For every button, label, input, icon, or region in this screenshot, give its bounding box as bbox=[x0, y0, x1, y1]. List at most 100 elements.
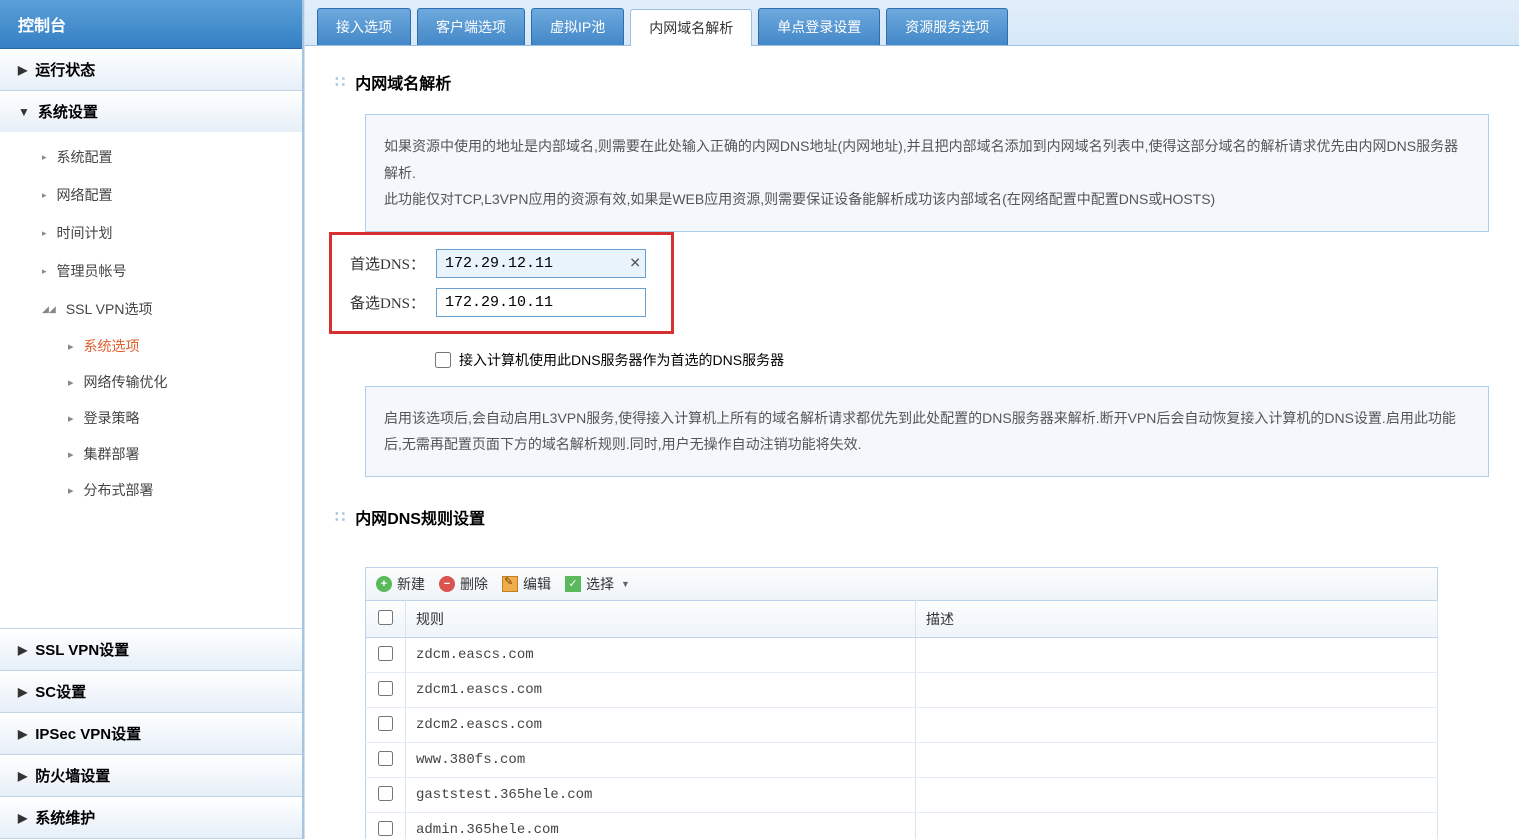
chevron-right-icon bbox=[18, 685, 27, 699]
desc-cell bbox=[916, 707, 1438, 742]
nav-section-runtime[interactable]: 运行状态 bbox=[0, 49, 302, 90]
rule-cell: gaststest.365hele.com bbox=[406, 777, 916, 812]
table-row[interactable]: zdcm2.eascs.com bbox=[366, 707, 1438, 742]
main-panel: 接入选项 客户端选项 虚拟IP池 内网域名解析 单点登录设置 资源服务选项 ∷ … bbox=[304, 0, 1519, 839]
dns-input-group: 首选DNS： ✕ 备选DNS： bbox=[329, 232, 674, 334]
edit-button[interactable]: 编辑 bbox=[502, 574, 551, 594]
table-row[interactable]: zdcm.eascs.com bbox=[366, 637, 1438, 672]
bullet-icon bbox=[68, 340, 74, 353]
table-row[interactable]: zdcm1.eascs.com bbox=[366, 672, 1438, 707]
bullet-icon bbox=[68, 376, 74, 389]
rule-cell: zdcm2.eascs.com bbox=[406, 707, 916, 742]
nav-section-firewall[interactable]: 防火墙设置 bbox=[0, 755, 302, 796]
nav-subitem-distributed[interactable]: 分布式部署 bbox=[0, 472, 302, 508]
sidebar-title: 控制台 bbox=[0, 0, 302, 49]
info-box-dns-help: 如果资源中使用的地址是内部域名,则需要在此处输入正确的内网DNS地址(内网地址)… bbox=[365, 114, 1489, 232]
dots-icon: ∷ bbox=[335, 72, 347, 92]
chevron-right-icon bbox=[18, 643, 27, 657]
chevron-down-icon: ▼ bbox=[621, 579, 630, 589]
bullet-icon bbox=[68, 448, 74, 461]
nav-item-admin-account[interactable]: ▸管理员帐号 bbox=[0, 252, 302, 290]
bullet-icon: ▸ bbox=[42, 266, 47, 277]
chevron-right-icon bbox=[18, 63, 27, 77]
rule-cell: zdcm1.eascs.com bbox=[406, 672, 916, 707]
rule-cell: admin.365hele.com bbox=[406, 812, 916, 839]
nav-section-sc-settings[interactable]: SC设置 bbox=[0, 671, 302, 712]
info-text-line1: 如果资源中使用的地址是内部域名,则需要在此处输入正确的内网DNS地址(内网地址)… bbox=[384, 133, 1470, 186]
table-row[interactable]: admin.365hele.com bbox=[366, 812, 1438, 839]
chevron-right-icon bbox=[18, 811, 27, 825]
tab-client-options[interactable]: 客户端选项 bbox=[417, 8, 525, 45]
chevron-right-icon bbox=[18, 727, 27, 741]
bullet-icon bbox=[68, 412, 74, 425]
bullet-icon: ▸ bbox=[42, 190, 47, 201]
sidebar: 控制台 运行状态 系统设置 ▸系统配置 ▸网络配置 ▸时间计划 ▸管理员帐号 ◢… bbox=[0, 0, 304, 839]
nav-item-time-plan[interactable]: ▸时间计划 bbox=[0, 214, 302, 252]
clear-icon[interactable]: ✕ bbox=[629, 255, 641, 272]
nav-subitem-login-policy[interactable]: 登录策略 bbox=[0, 400, 302, 436]
section-title-dns-rules: ∷ 内网DNS规则设置 bbox=[335, 505, 1489, 529]
tab-access-options[interactable]: 接入选项 bbox=[317, 8, 411, 45]
check-icon: ✓ bbox=[565, 576, 581, 592]
row-checkbox[interactable] bbox=[378, 681, 393, 696]
secondary-dns-input[interactable] bbox=[436, 288, 646, 317]
header-desc: 描述 bbox=[916, 600, 1438, 637]
header-rule: 规则 bbox=[406, 600, 916, 637]
rule-cell: zdcm.eascs.com bbox=[406, 637, 916, 672]
edit-icon bbox=[502, 576, 518, 592]
nav-subitem-cluster[interactable]: 集群部署 bbox=[0, 436, 302, 472]
nav-item-ssl-vpn-options[interactable]: ◢SSL VPN选项 bbox=[0, 290, 302, 328]
nav-section-ipsec-vpn[interactable]: IPSec VPN设置 bbox=[0, 713, 302, 754]
primary-dns-label: 首选DNS： bbox=[350, 253, 436, 274]
row-checkbox[interactable] bbox=[378, 786, 393, 801]
desc-cell bbox=[916, 742, 1438, 777]
info-text-line2: 此功能仅对TCP,L3VPN应用的资源有效,如果是WEB应用资源,则需要保证设备… bbox=[384, 186, 1470, 213]
select-all-checkbox[interactable] bbox=[378, 610, 393, 625]
row-checkbox[interactable] bbox=[378, 716, 393, 731]
primary-dns-input[interactable] bbox=[436, 249, 646, 278]
desc-cell bbox=[916, 812, 1438, 839]
chevron-down-icon bbox=[18, 105, 30, 119]
row-checkbox[interactable] bbox=[378, 646, 393, 661]
desc-cell bbox=[916, 637, 1438, 672]
dots-icon: ∷ bbox=[335, 507, 347, 527]
nav-section-ssl-vpn-settings[interactable]: SSL VPN设置 bbox=[0, 629, 302, 670]
header-checkbox-col bbox=[366, 600, 406, 637]
chevron-right-icon bbox=[18, 769, 27, 783]
delete-button[interactable]: −删除 bbox=[439, 574, 488, 594]
rule-cell: www.380fs.com bbox=[406, 742, 916, 777]
row-checkbox[interactable] bbox=[378, 821, 393, 836]
tab-virtual-ip-pool[interactable]: 虚拟IP池 bbox=[531, 8, 624, 45]
nav-subitem-network-opt[interactable]: 网络传输优化 bbox=[0, 364, 302, 400]
tab-sso-settings[interactable]: 单点登录设置 bbox=[758, 8, 880, 45]
row-checkbox[interactable] bbox=[378, 751, 393, 766]
table-row[interactable]: www.380fs.com bbox=[366, 742, 1438, 777]
desc-cell bbox=[916, 672, 1438, 707]
select-button[interactable]: ✓选择▼ bbox=[565, 574, 630, 594]
use-dns-checkbox-row: 接入计算机使用此DNS服务器作为首选的DNS服务器 bbox=[435, 350, 1489, 370]
use-dns-checkbox-label: 接入计算机使用此DNS服务器作为首选的DNS服务器 bbox=[459, 350, 784, 370]
bullet-icon: ▸ bbox=[42, 152, 47, 163]
nav-section-system-settings[interactable]: 系统设置 bbox=[0, 91, 302, 132]
add-button[interactable]: +新建 bbox=[376, 574, 425, 594]
chevron-down-icon: ◢ bbox=[42, 304, 56, 315]
dns-rules-table: 规则 描述 zdcm.eascs.com zdcm1.eascs.com zdc… bbox=[365, 600, 1438, 839]
section-title-dns-resolve: ∷ 内网域名解析 bbox=[335, 70, 1489, 94]
nav-item-system-config[interactable]: ▸系统配置 bbox=[0, 138, 302, 176]
tab-intranet-dns[interactable]: 内网域名解析 bbox=[630, 9, 752, 46]
tab-resource-service[interactable]: 资源服务选项 bbox=[886, 8, 1008, 45]
tab-bar: 接入选项 客户端选项 虚拟IP池 内网域名解析 单点登录设置 资源服务选项 bbox=[305, 0, 1519, 46]
add-icon: + bbox=[376, 576, 392, 592]
nav-section-system-maint[interactable]: 系统维护 bbox=[0, 797, 302, 838]
desc-cell bbox=[916, 777, 1438, 812]
table-row[interactable]: gaststest.365hele.com bbox=[366, 777, 1438, 812]
bullet-icon bbox=[68, 484, 74, 497]
delete-icon: − bbox=[439, 576, 455, 592]
secondary-dns-label: 备选DNS： bbox=[350, 292, 436, 313]
nav-subitem-system-options[interactable]: 系统选项 bbox=[0, 328, 302, 364]
use-dns-checkbox[interactable] bbox=[435, 352, 451, 368]
bullet-icon: ▸ bbox=[42, 228, 47, 239]
nav-item-network-config[interactable]: ▸网络配置 bbox=[0, 176, 302, 214]
table-toolbar: +新建 −删除 编辑 ✓选择▼ bbox=[365, 567, 1438, 600]
info-box-dns-note: 启用该选项后,会自动启用L3VPN服务,使得接入计算机上所有的域名解析请求都优先… bbox=[365, 386, 1489, 477]
